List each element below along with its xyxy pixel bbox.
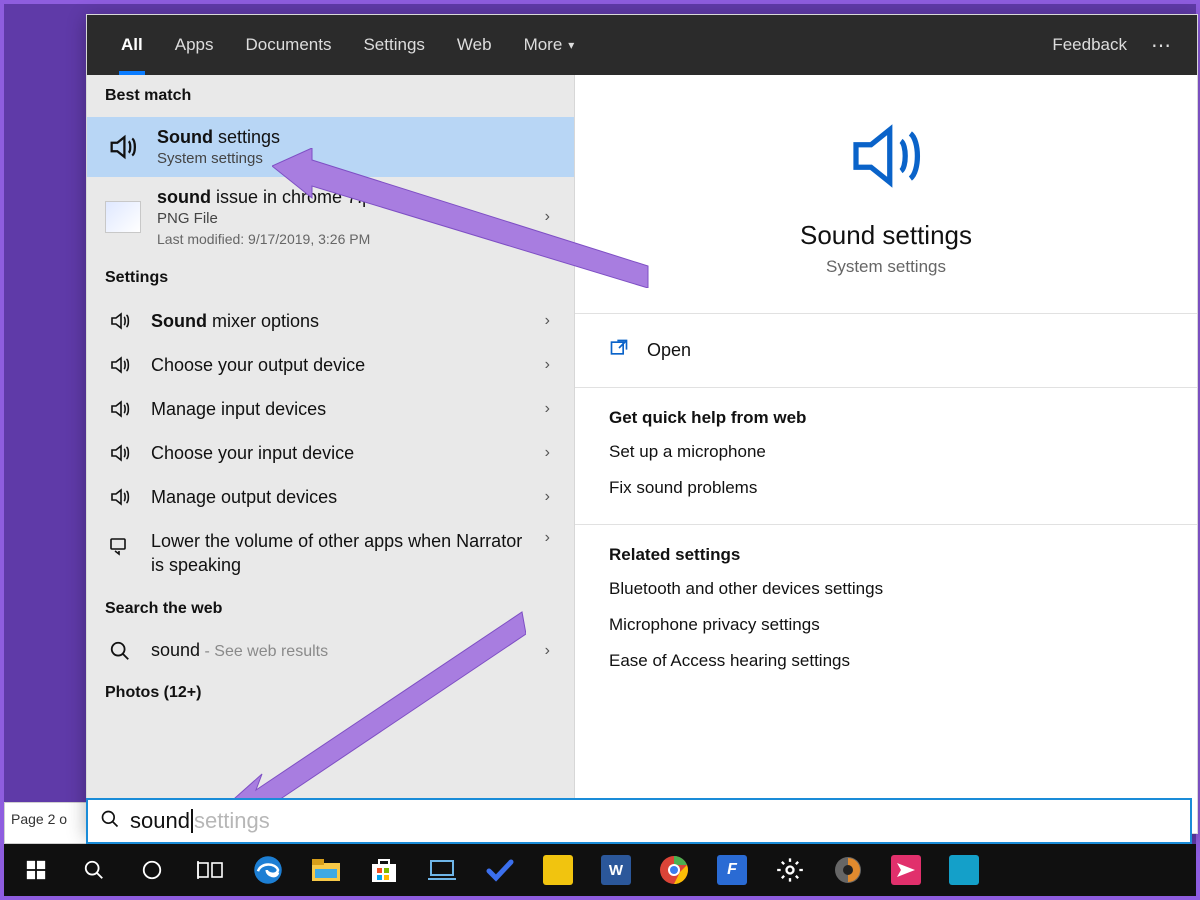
chevron-right-icon: › (545, 488, 556, 506)
result-subtitle: System settings (157, 150, 556, 167)
search-icon (100, 809, 120, 834)
setting-label: Sound mixer options (151, 311, 529, 332)
search-scope-tabs: All Apps Documents Settings Web More ▾ Fe… (87, 15, 1197, 75)
taskbar-app-todo[interactable] (472, 844, 528, 896)
taskbar: W F (4, 844, 1196, 896)
taskbar-app-blue-f[interactable]: F (704, 844, 760, 896)
taskbar-app-laptop-icon[interactable] (414, 844, 470, 896)
start-button[interactable] (8, 844, 64, 896)
windows-search-panel: All Apps Documents Settings Web More ▾ Fe… (86, 14, 1198, 834)
tab-more[interactable]: More ▾ (508, 15, 591, 75)
speaker-icon (105, 485, 135, 509)
task-view-button[interactable] (182, 844, 238, 896)
related-microphone-privacy[interactable]: Microphone privacy settings (575, 607, 1197, 643)
setting-manage-output[interactable]: Manage output devices › (87, 475, 574, 519)
setting-narrator-volume[interactable]: Lower the volume of other apps when Narr… (87, 519, 574, 588)
taskbar-app-store[interactable] (356, 844, 412, 896)
setting-label: Manage output devices (151, 487, 529, 508)
related-ease-of-access[interactable]: Ease of Access hearing settings (575, 643, 1197, 679)
chevron-right-icon: › (545, 312, 556, 330)
search-input[interactable]: soundsettings (86, 798, 1192, 844)
chevron-right-icon: › (545, 529, 556, 547)
taskbar-app-word[interactable]: W (588, 844, 644, 896)
result-title: Sound settings (157, 127, 556, 148)
open-label: Open (647, 340, 691, 361)
chevron-right-icon: › (545, 642, 556, 660)
text-caret (191, 809, 193, 833)
chevron-down-icon: ▾ (568, 38, 574, 52)
speaker-icon (105, 129, 141, 165)
chevron-right-icon: › (545, 444, 556, 462)
speaker-icon (105, 353, 135, 377)
tab-documents[interactable]: Documents (229, 15, 347, 75)
speaker-icon (105, 397, 135, 421)
preview-column: Sound settings System settings Open Get … (575, 75, 1197, 833)
taskbar-app-photoscape[interactable] (820, 844, 876, 896)
taskbar-app-pink[interactable] (878, 844, 934, 896)
file-thumbnail (105, 199, 141, 235)
help-setup-microphone[interactable]: Set up a microphone (575, 434, 1197, 470)
setting-label: Choose your output device (151, 355, 529, 376)
preview-subtitle: System settings (595, 257, 1177, 277)
tab-more-label: More (524, 35, 563, 55)
speaker-icon (105, 309, 135, 333)
tab-all[interactable]: All (105, 15, 159, 75)
taskbar-app-file-explorer[interactable] (298, 844, 354, 896)
web-result[interactable]: sound - See web results › (87, 630, 574, 672)
taskbar-app-sticky-notes[interactable] (530, 844, 586, 896)
preview-title: Sound settings (595, 220, 1177, 251)
section-quick-help: Get quick help from web (575, 398, 1197, 434)
speaker-icon (105, 441, 135, 465)
search-typed-text: sound (130, 808, 190, 834)
related-bluetooth[interactable]: Bluetooth and other devices settings (575, 571, 1197, 607)
result-sound-settings[interactable]: Sound settings System settings (87, 117, 574, 177)
section-best-match: Best match (87, 75, 574, 117)
section-photos: Photos (12+) (87, 672, 574, 714)
web-result-label: sound - See web results (151, 640, 529, 661)
taskbar-app-settings-gear[interactable] (762, 844, 818, 896)
tab-apps[interactable]: Apps (159, 15, 230, 75)
narrator-icon (105, 533, 135, 557)
help-fix-sound[interactable]: Fix sound problems (575, 470, 1197, 506)
setting-choose-input[interactable]: Choose your input device › (87, 431, 574, 475)
setting-manage-input[interactable]: Manage input devices › (87, 387, 574, 431)
search-icon (105, 640, 135, 662)
search-ghost-text: settings (194, 808, 270, 834)
feedback-link[interactable]: Feedback (1034, 35, 1145, 55)
speaker-icon (595, 111, 1177, 206)
section-related-settings: Related settings (575, 535, 1197, 571)
setting-output-device[interactable]: Choose your output device › (87, 343, 574, 387)
tab-web[interactable]: Web (441, 15, 508, 75)
section-settings: Settings (87, 257, 574, 299)
chevron-right-icon: › (545, 400, 556, 418)
taskbar-app-edge[interactable] (240, 844, 296, 896)
result-file-png[interactable]: sound issue in chrome 7.png PNG File Las… (87, 177, 574, 257)
taskbar-app-chrome[interactable] (646, 844, 702, 896)
open-action[interactable]: Open (575, 324, 1197, 377)
result-title: sound issue in chrome 7.png (157, 187, 529, 208)
taskbar-app-teal[interactable] (936, 844, 992, 896)
page-indicator: Page 2 o (4, 802, 90, 844)
setting-label: Lower the volume of other apps when Narr… (151, 529, 529, 578)
cortana-button[interactable] (124, 844, 180, 896)
more-options-button[interactable]: ⋯ (1145, 33, 1179, 58)
setting-label: Choose your input device (151, 443, 529, 464)
section-search-web: Search the web (87, 588, 574, 630)
open-icon (609, 338, 629, 363)
tab-settings[interactable]: Settings (347, 15, 440, 75)
results-column: Best match Sound settings System setting… (87, 75, 575, 833)
setting-sound-mixer[interactable]: Sound mixer options › (87, 299, 574, 343)
result-meta: Last modified: 9/17/2019, 3:26 PM (157, 231, 529, 247)
result-subtitle: PNG File (157, 210, 529, 227)
chevron-right-icon: › (545, 208, 556, 226)
setting-label: Manage input devices (151, 399, 529, 420)
taskbar-search-button[interactable] (66, 844, 122, 896)
chevron-right-icon: › (545, 356, 556, 374)
